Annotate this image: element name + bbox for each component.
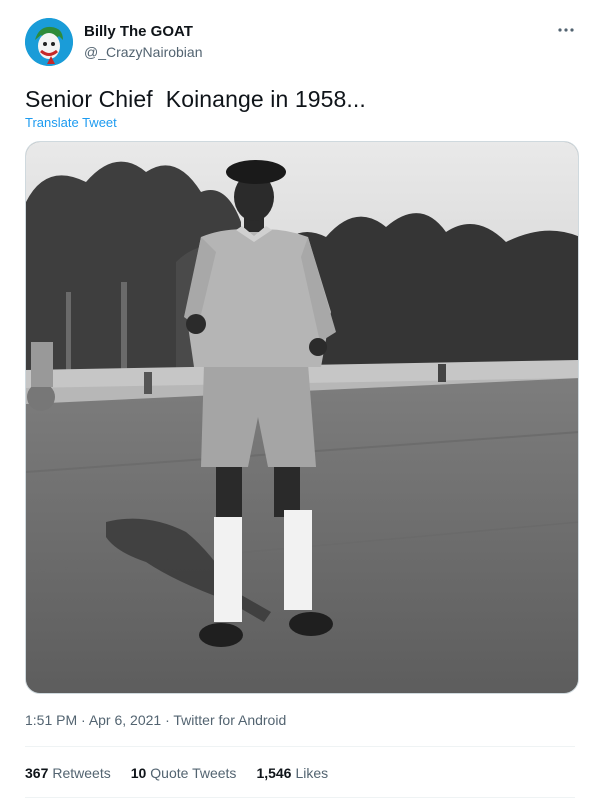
divider [25,746,575,747]
tweet-meta: 1:51 PM · Apr 6, 2021 · Twitter for Andr… [25,712,286,728]
tweet-date[interactable]: Apr 6, 2021 [89,712,161,728]
quotes-count: 10 [130,765,147,781]
quotes-label: Quote Tweets [150,765,237,781]
tweet-detail: Billy The GOAT @_CrazyNairobian Senior C… [0,0,600,800]
quote-tweets-stat[interactable]: 10 Quote Tweets [131,765,237,781]
photo-image [26,142,578,693]
more-options-button[interactable] [554,18,578,42]
tweet-stats: 367 Retweets 10 Quote Tweets 1,546 Likes [25,765,328,781]
tweet-time[interactable]: 1:51 PM [25,712,77,728]
translate-tweet-link[interactable]: Translate Tweet [25,115,117,130]
author-display-name[interactable]: Billy The GOAT [84,23,193,40]
retweets-count: 367 [25,765,49,781]
meta-separator: · [81,712,89,728]
tweet-source[interactable]: Twitter for Android [173,712,286,728]
joker-avatar-icon [25,18,73,66]
tweet-media-photo[interactable] [25,141,579,694]
likes-stat[interactable]: 1,546 Likes [256,765,328,781]
retweets-label: Retweets [52,765,111,781]
retweets-stat[interactable]: 367 Retweets [25,765,111,781]
likes-label: Likes [295,765,329,781]
divider [25,797,575,798]
author-handle[interactable]: @_CrazyNairobian [84,44,202,60]
tweet-text: Senior Chief Koinange in 1958... [25,86,366,112]
avatar[interactable] [25,18,73,66]
more-options-icon [558,28,574,32]
likes-count: 1,546 [256,765,292,781]
